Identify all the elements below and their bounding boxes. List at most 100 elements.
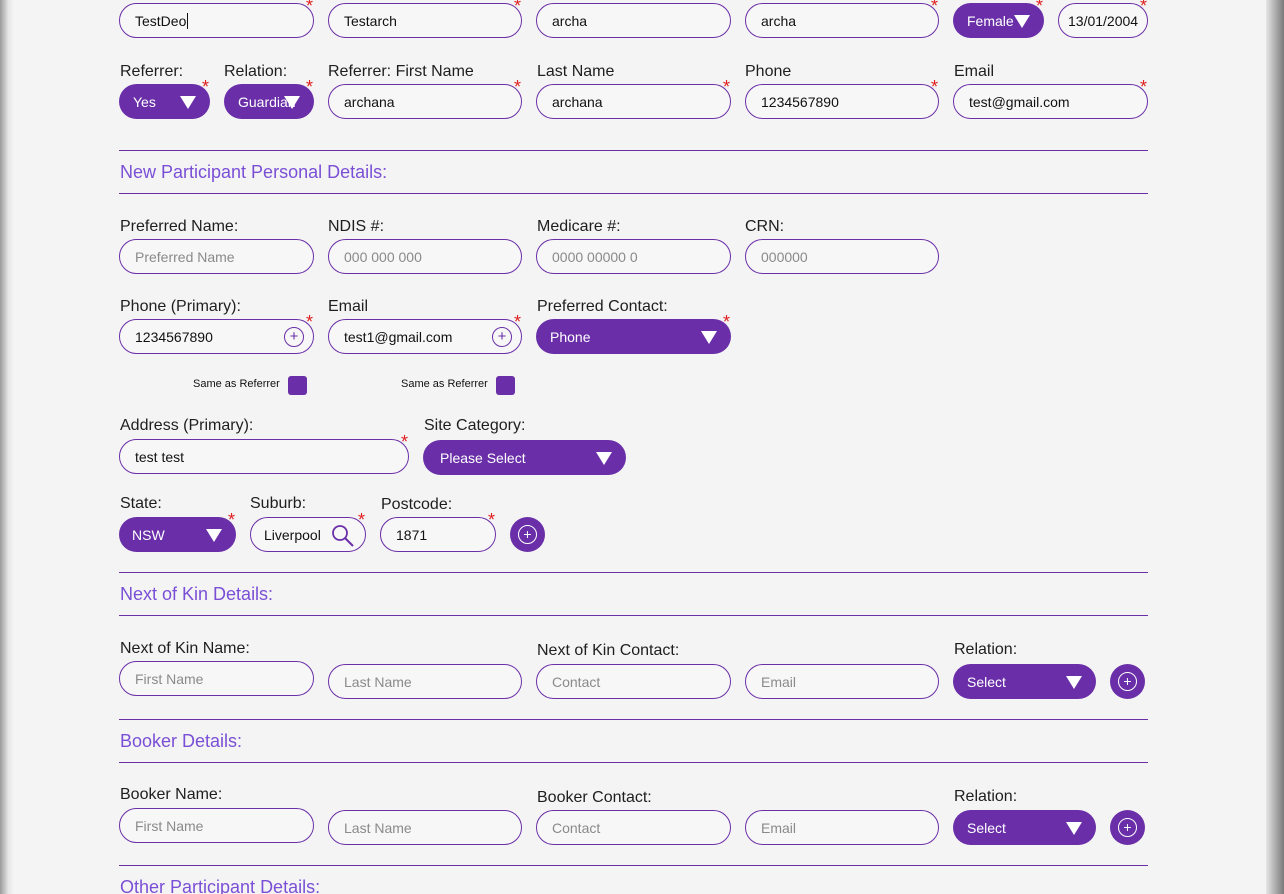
next-of-kin-relation-select[interactable]: Select <box>953 664 1096 699</box>
text-cursor <box>187 12 189 29</box>
chevron-down-icon <box>1066 676 1082 689</box>
add-booker-button[interactable]: + <box>1110 810 1145 845</box>
booker-contact-label: Booker Contact: <box>537 789 652 806</box>
dob-input[interactable]: 13/01/2004 <box>1058 3 1148 38</box>
required-marker: * <box>931 77 939 97</box>
chevron-down-icon <box>596 452 612 465</box>
required-marker: * <box>306 0 314 16</box>
required-marker: * <box>306 312 314 332</box>
same-as-referrer-phone-checkbox[interactable] <box>288 376 307 395</box>
required-marker: * <box>931 0 939 16</box>
suburb-input[interactable]: Liverpool <box>250 517 366 552</box>
relation-label: Relation: <box>224 63 288 80</box>
required-marker: * <box>514 77 522 97</box>
booker-last-name-input[interactable]: Last Name <box>328 810 522 845</box>
referrer-email-input[interactable]: test@gmail.com <box>953 84 1148 119</box>
site-category-label: Site Category: <box>424 417 526 434</box>
other-participant-details-title: Other Participant Details: <box>120 877 321 894</box>
booker-relation-select[interactable]: Select <box>953 810 1096 845</box>
plus-icon: + <box>1118 672 1137 691</box>
booker-relation-label: Relation: <box>954 788 1018 805</box>
next-of-kin-email-input[interactable]: Email <box>745 664 939 699</box>
referrer-first-name-label: Referrer: First Name <box>328 63 474 80</box>
preferred-input[interactable]: archa <box>745 3 939 38</box>
next-of-kin-relation-label: Relation: <box>954 641 1018 658</box>
booker-first-name-input[interactable]: First Name <box>119 808 314 843</box>
chevron-down-icon <box>206 529 222 542</box>
required-marker: * <box>723 312 731 332</box>
next-of-kin-last-name-input[interactable]: Last Name <box>328 664 522 699</box>
ndis-input[interactable]: 000 000 000 <box>328 239 522 274</box>
referrer-email-label: Email <box>954 63 995 80</box>
required-marker: * <box>1036 0 1044 16</box>
required-marker: * <box>514 312 522 332</box>
plus-icon: + <box>1118 818 1137 837</box>
booker-contact-input[interactable]: Contact <box>536 810 731 845</box>
same-as-referrer-email-checkbox[interactable] <box>496 376 515 395</box>
required-marker: * <box>228 510 236 530</box>
referrer-first-name-input[interactable]: archana <box>328 84 522 119</box>
middle-name-input[interactable]: Testarch <box>328 3 522 38</box>
state-label: State: <box>120 495 162 512</box>
crn-input[interactable]: 000000 <box>745 239 939 274</box>
medicare-input[interactable]: 0000 00000 0 <box>536 239 731 274</box>
divider <box>119 719 1148 720</box>
preferred-name-input[interactable]: Preferred Name <box>119 239 314 274</box>
referrer-last-name-input[interactable]: archana <box>536 84 731 119</box>
gender-select[interactable]: Female <box>953 3 1044 38</box>
preferred-contact-label: Preferred Contact: <box>537 298 668 315</box>
state-select[interactable]: NSW <box>119 517 236 552</box>
plus-icon: + <box>518 525 537 544</box>
preferred-name-label: Preferred Name: <box>120 218 239 235</box>
booker-email-input[interactable]: Email <box>745 810 939 845</box>
divider <box>119 150 1148 151</box>
personal-details-title: New Participant Personal Details: <box>120 162 388 182</box>
chevron-down-icon <box>284 96 300 109</box>
divider <box>119 615 1148 616</box>
required-marker: * <box>401 432 409 452</box>
email-label: Email <box>328 298 369 315</box>
ndis-label: NDIS #: <box>328 218 385 235</box>
next-of-kin-contact-label: Next of Kin Contact: <box>537 642 680 659</box>
booker-details-title: Booker Details: <box>120 731 243 751</box>
next-of-kin-name-label: Next of Kin Name: <box>120 640 250 657</box>
first-name-input[interactable]: TestDeo <box>119 3 314 38</box>
divider <box>119 865 1148 866</box>
preferred-contact-select[interactable]: Phone <box>536 319 731 354</box>
divider <box>119 762 1148 763</box>
required-marker: * <box>358 510 366 530</box>
next-of-kin-title: Next of Kin Details: <box>120 584 274 604</box>
crn-label: CRN: <box>745 218 785 235</box>
postcode-label: Postcode: <box>381 496 453 513</box>
add-address-button[interactable]: + <box>510 517 545 552</box>
site-category-select[interactable]: Please Select <box>423 440 626 475</box>
required-marker: * <box>514 0 522 16</box>
add-next-of-kin-button[interactable]: + <box>1110 664 1145 699</box>
next-of-kin-first-name-input[interactable]: First Name <box>119 661 314 696</box>
chevron-down-icon <box>701 331 717 344</box>
last-name-input[interactable]: archa <box>536 3 731 38</box>
required-marker: * <box>723 77 731 97</box>
chevron-down-icon <box>1066 822 1082 835</box>
relation-select[interactable]: Guardian <box>224 84 314 119</box>
required-marker: * <box>1140 77 1148 97</box>
next-of-kin-contact-input[interactable]: Contact <box>536 664 731 699</box>
booker-name-label: Booker Name: <box>120 786 223 803</box>
search-icon[interactable] <box>331 524 355 548</box>
divider <box>119 193 1148 194</box>
phone-primary-label: Phone (Primary): <box>120 298 241 315</box>
postcode-input[interactable]: 1871 <box>380 517 496 552</box>
chevron-down-icon <box>1014 15 1030 28</box>
medicare-label: Medicare #: <box>537 218 621 235</box>
chevron-down-icon <box>180 96 196 109</box>
add-email-icon[interactable]: + <box>492 327 512 347</box>
referrer-phone-label: Phone <box>745 63 792 80</box>
add-phone-icon[interactable]: + <box>284 327 304 347</box>
divider <box>119 572 1148 573</box>
required-marker: * <box>202 77 210 97</box>
page-shadow-right <box>1266 0 1284 894</box>
address-input[interactable]: test test <box>119 439 409 474</box>
referrer-select[interactable]: Yes <box>119 84 210 119</box>
referrer-phone-input[interactable]: 1234567890 <box>745 84 939 119</box>
referrer-label: Referrer: <box>120 63 184 80</box>
